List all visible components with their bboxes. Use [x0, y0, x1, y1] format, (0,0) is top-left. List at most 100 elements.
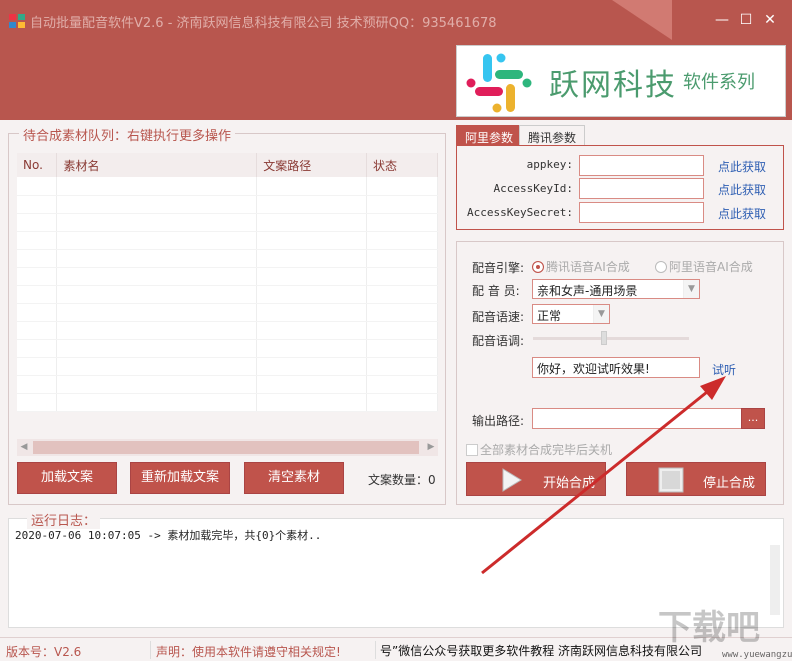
appkey-input[interactable]	[579, 155, 704, 176]
table-cell[interactable]	[366, 267, 438, 286]
table-cell[interactable]	[17, 177, 58, 196]
speed-select[interactable]: 正常 ▼	[532, 304, 610, 324]
table-cell[interactable]	[256, 231, 368, 250]
reload-script-button[interactable]: 重新加载文案	[130, 462, 230, 494]
table-row[interactable]	[17, 231, 438, 250]
column-header-path[interactable]: 文案路径	[256, 153, 368, 177]
table-cell[interactable]	[17, 249, 58, 268]
table-cell[interactable]	[17, 357, 58, 376]
tab-tencent-params[interactable]: 腾讯参数	[519, 125, 586, 145]
voice-select[interactable]: 亲和女声-通用场景 ▼	[532, 279, 700, 299]
column-header-status[interactable]: 状态	[366, 153, 438, 177]
appkey-get-link[interactable]: 点此获取	[718, 158, 766, 175]
table-cell[interactable]	[256, 249, 368, 268]
table-cell[interactable]	[366, 303, 438, 322]
table-cell[interactable]	[17, 339, 58, 358]
table-row[interactable]	[17, 285, 438, 304]
table-cell[interactable]	[366, 339, 438, 358]
table-cell[interactable]	[256, 303, 368, 322]
table-row[interactable]	[17, 213, 438, 232]
accesskeyid-input[interactable]	[579, 178, 704, 199]
shutdown-checkbox[interactable]: 全部素材合成完毕后关机	[466, 441, 612, 458]
table-cell[interactable]	[366, 321, 438, 340]
table-cell[interactable]	[366, 195, 438, 214]
scroll-right-icon[interactable]: ▶	[424, 439, 438, 456]
table-cell[interactable]	[56, 213, 258, 232]
table-row[interactable]	[17, 249, 438, 268]
table-cell[interactable]	[17, 303, 58, 322]
table-cell[interactable]	[56, 321, 258, 340]
column-header-no[interactable]: No.	[17, 153, 58, 177]
table-cell[interactable]	[56, 249, 258, 268]
table-row[interactable]	[17, 339, 438, 358]
table-cell[interactable]	[366, 285, 438, 304]
pitch-slider-knob[interactable]	[601, 331, 607, 345]
table-cell[interactable]	[256, 213, 368, 232]
table-cell[interactable]	[56, 285, 258, 304]
accesskeysecret-get-link[interactable]: 点此获取	[718, 205, 766, 222]
scroll-thumb[interactable]	[33, 441, 419, 454]
listen-link[interactable]: 试听	[712, 361, 736, 378]
pitch-slider[interactable]	[533, 331, 689, 345]
column-header-name[interactable]: 素材名	[56, 153, 258, 177]
horizontal-scrollbar[interactable]: ◀ ▶	[17, 439, 438, 456]
table-cell[interactable]	[366, 213, 438, 232]
table-cell[interactable]	[17, 213, 58, 232]
clear-materials-button[interactable]: 清空素材	[244, 462, 344, 494]
table-cell[interactable]	[256, 267, 368, 286]
table-cell[interactable]	[56, 339, 258, 358]
table-row[interactable]	[17, 357, 438, 376]
table-cell[interactable]	[56, 375, 258, 394]
table-cell[interactable]	[256, 375, 368, 394]
table-cell[interactable]	[56, 357, 258, 376]
table-cell[interactable]	[366, 357, 438, 376]
preview-text-input[interactable]: 你好，欢迎试听效果!	[532, 357, 700, 378]
table-row[interactable]	[17, 393, 438, 412]
table-row[interactable]	[17, 195, 438, 214]
table-cell[interactable]	[56, 303, 258, 322]
table-cell[interactable]	[17, 195, 58, 214]
table-cell[interactable]	[17, 321, 58, 340]
table-cell[interactable]	[256, 321, 368, 340]
table-cell[interactable]	[56, 195, 258, 214]
table-cell[interactable]	[17, 267, 58, 286]
accesskeyid-get-link[interactable]: 点此获取	[718, 181, 766, 198]
table-cell[interactable]	[366, 375, 438, 394]
tab-ali-params[interactable]: 阿里参数	[456, 125, 523, 145]
table-cell[interactable]	[56, 231, 258, 250]
queue-table[interactable]: No. 素材名 文案路径 状态	[17, 153, 438, 412]
queue-body[interactable]	[17, 177, 438, 412]
table-cell[interactable]	[366, 177, 438, 196]
table-row[interactable]	[17, 267, 438, 286]
table-row[interactable]	[17, 303, 438, 322]
table-cell[interactable]	[17, 231, 58, 250]
table-cell[interactable]	[56, 393, 258, 412]
load-script-button[interactable]: 加载文案	[17, 462, 117, 494]
table-cell[interactable]	[17, 375, 58, 394]
table-cell[interactable]	[256, 357, 368, 376]
table-cell[interactable]	[17, 285, 58, 304]
table-row[interactable]	[17, 177, 438, 196]
table-cell[interactable]	[56, 177, 258, 196]
minimize-button[interactable]: —	[714, 12, 730, 28]
table-cell[interactable]	[256, 195, 368, 214]
table-cell[interactable]	[17, 393, 58, 412]
table-cell[interactable]	[366, 393, 438, 412]
table-cell[interactable]	[56, 267, 258, 286]
table-cell[interactable]	[256, 177, 368, 196]
table-cell[interactable]	[256, 393, 368, 412]
table-row[interactable]	[17, 375, 438, 394]
table-cell[interactable]	[366, 249, 438, 268]
engine-option-ali[interactable]: 阿里语音AI合成	[655, 258, 753, 275]
table-cell[interactable]	[366, 231, 438, 250]
table-cell[interactable]	[256, 339, 368, 358]
stop-synthesis-button[interactable]: 停止合成	[626, 462, 766, 496]
maximize-button[interactable]: ☐	[738, 12, 754, 28]
scroll-left-icon[interactable]: ◀	[17, 439, 31, 456]
output-path-input[interactable]	[532, 408, 742, 429]
start-synthesis-button[interactable]: 开始合成	[466, 462, 606, 496]
close-button[interactable]: ✕	[762, 12, 778, 28]
engine-option-tencent[interactable]: 腾讯语音AI合成	[532, 258, 630, 275]
accesskeysecret-input[interactable]	[579, 202, 704, 223]
table-row[interactable]	[17, 321, 438, 340]
